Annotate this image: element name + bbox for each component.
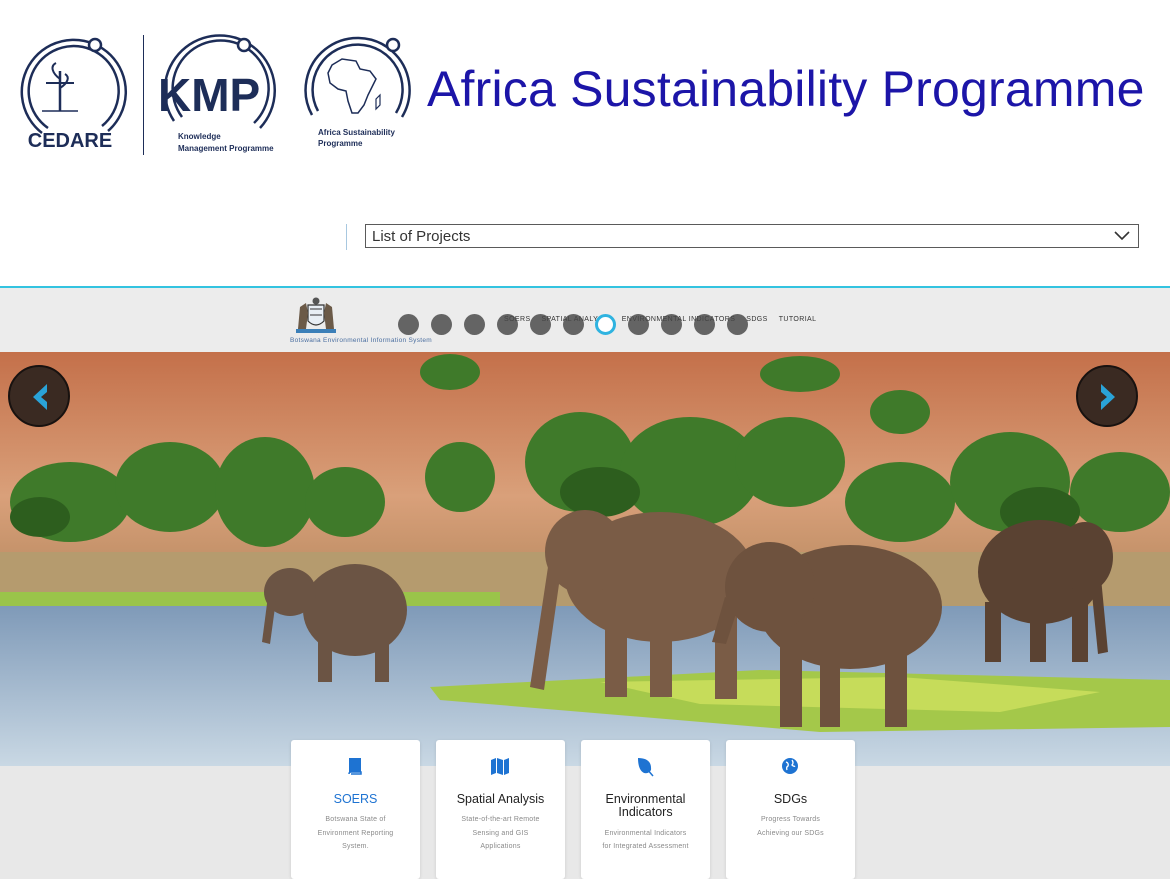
chevron-down-icon: [1114, 231, 1130, 241]
embedded-site-caption: Botswana Environmental Information Syste…: [290, 337, 432, 344]
slider-dot-1[interactable]: [398, 314, 419, 335]
map-icon: [491, 758, 509, 775]
slider-dot-4[interactable]: [497, 314, 518, 335]
leaf-icon: [638, 758, 654, 777]
card-environmental-indicators[interactable]: Environmental Indicators Environmental I…: [581, 740, 710, 879]
card-soers-title: SOERS: [333, 792, 378, 806]
card-spatial-desc-2: Sensing and GIS: [472, 830, 529, 837]
logo-divider: [143, 35, 144, 155]
slider-prev-button[interactable]: [8, 365, 70, 427]
slider-dot-6[interactable]: [563, 314, 584, 335]
svg-text:Programme: Programme: [318, 139, 363, 148]
card-env-desc-1: Environmental Indicators: [604, 830, 687, 837]
slider-dot-8[interactable]: [628, 314, 649, 335]
kmp-logo: KMP Knowledge Management Programme: [152, 33, 280, 158]
asp-logo: Africa Sustainability Programme: [298, 35, 416, 155]
hero-elephants-image: [0, 352, 1170, 766]
card-soers-desc-1: Botswana State of: [325, 816, 386, 823]
slider-dot-10[interactable]: [694, 314, 715, 335]
svg-text:KMP: KMP: [158, 69, 260, 121]
svg-text:CEDARE: CEDARE: [28, 130, 112, 152]
slider-dot-3[interactable]: [464, 314, 485, 335]
card-soers-desc-2: Environment Reporting: [317, 830, 394, 837]
select-rule: [346, 224, 347, 250]
svg-text:Management Programme: Management Programme: [178, 144, 274, 153]
chevron-left-icon: [33, 384, 47, 410]
slider-dot-7-active[interactable]: [595, 314, 616, 335]
slider-dot-9[interactable]: [661, 314, 682, 335]
globe-icon: [782, 758, 798, 774]
slider-dot-11[interactable]: [727, 314, 748, 335]
embedded-nav-bar: Botswana Environmental Information Syste…: [0, 288, 1170, 352]
nav-link-tutorial[interactable]: TUTORIAL: [779, 316, 817, 323]
book-icon: [348, 758, 362, 775]
card-soers[interactable]: SOERS Botswana State of Environment Repo…: [291, 740, 420, 879]
card-sdgs-desc-2: Achieving our SDGs: [757, 830, 824, 837]
nav-link-sdgs[interactable]: SDGS: [746, 316, 767, 323]
botswana-coat-of-arms-icon[interactable]: [290, 293, 342, 337]
card-soers-desc-3: System.: [342, 843, 369, 850]
svg-text:Knowledge: Knowledge: [178, 132, 221, 141]
card-sdgs-desc-1: Progress Towards: [760, 816, 821, 823]
card-environmental-indicators-title: Environmental Indicators: [605, 792, 686, 819]
slider-dot-2[interactable]: [431, 314, 452, 335]
svg-text:Africa Sustainability: Africa Sustainability: [318, 128, 395, 137]
chevron-right-icon: [1101, 384, 1115, 410]
project-select[interactable]: List of Projects: [365, 224, 1139, 248]
card-env-desc-2: for Integrated Assessment: [602, 843, 689, 850]
card-spatial-desc-1: State-of-the-art Remote: [461, 816, 540, 823]
cedare-logo: CEDARE: [12, 33, 130, 158]
card-sdgs-title: SDGs: [773, 792, 808, 806]
card-spatial-desc-3: Applications: [480, 843, 521, 850]
slider-dot-5[interactable]: [530, 314, 551, 335]
project-select-value: List of Projects: [372, 228, 471, 245]
card-spatial-analysis-title: Spatial Analysis: [456, 792, 545, 806]
card-spatial-analysis[interactable]: Spatial Analysis State-of-the-art Remote…: [436, 740, 565, 879]
site-title: Africa Sustainability Programme: [427, 61, 1145, 117]
card-sdgs[interactable]: SDGs Progress Towards Achieving our SDGs: [726, 740, 855, 879]
slider-next-button[interactable]: [1076, 365, 1138, 427]
